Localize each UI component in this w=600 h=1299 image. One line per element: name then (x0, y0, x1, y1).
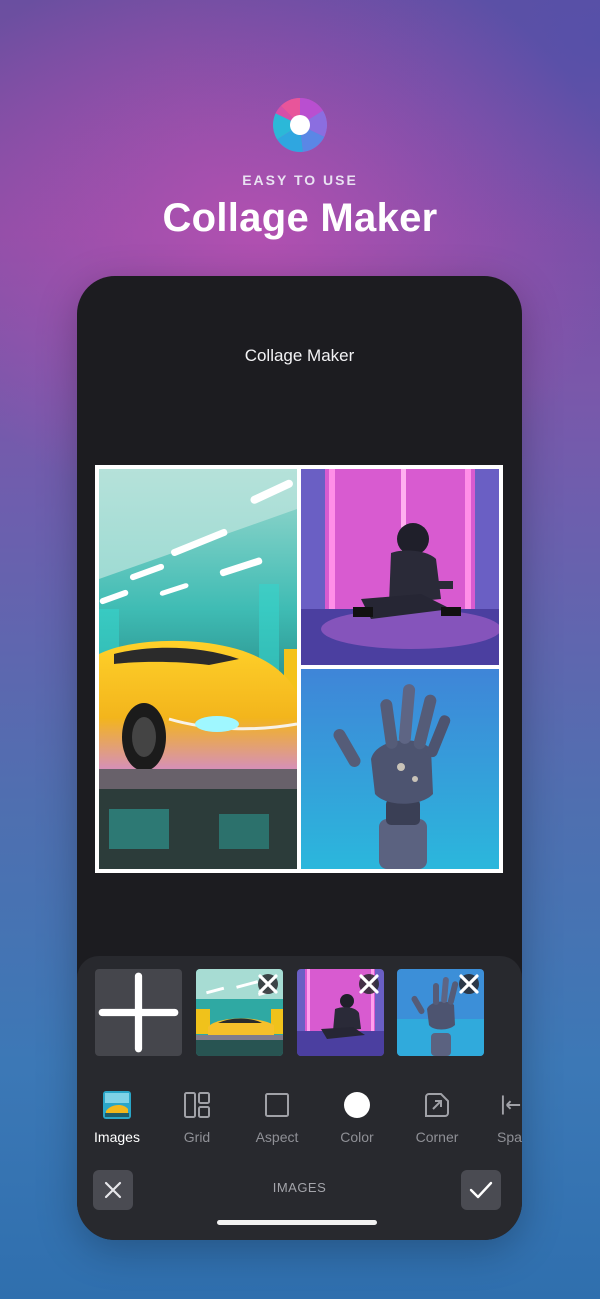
tool-grid[interactable]: Grid (157, 1089, 237, 1145)
tool-corner-label: Corner (415, 1129, 459, 1145)
image-thumbnail[interactable] (196, 969, 283, 1056)
plus-icon (98, 972, 179, 1053)
image-thumbnail[interactable] (397, 969, 484, 1056)
checkmark-icon (469, 1181, 493, 1199)
edit-toolbar: Images Grid Aspect Color Corner Spa (77, 1089, 522, 1149)
close-icon (258, 974, 278, 994)
phone-screen: Collage Maker Images Grid Aspect Color C… (77, 276, 522, 1240)
screen-title: Collage Maker (244, 346, 355, 365)
grid-layout-icon (184, 1092, 210, 1118)
neon-hooded-person-photo (301, 469, 499, 665)
editor-panel: Images Grid Aspect Color Corner Spa IMAG… (77, 956, 522, 1240)
yellow-sports-car-photo (99, 469, 297, 869)
tool-images[interactable]: Images (77, 1089, 157, 1145)
remove-image-button[interactable] (459, 974, 479, 994)
aspect-ratio-icon (265, 1093, 289, 1117)
collage-cell-car[interactable] (99, 469, 297, 869)
promo-eyebrow: EASY TO USE (242, 172, 358, 188)
tool-images-label: Images (94, 1129, 140, 1145)
collage-cell-robot-hand[interactable] (301, 669, 499, 869)
corner-radius-icon (425, 1093, 449, 1117)
action-bar: IMAGES (77, 1170, 522, 1214)
remove-image-button[interactable] (359, 974, 379, 994)
tool-color-label: Color (340, 1129, 374, 1145)
remove-image-button[interactable] (258, 974, 278, 994)
tool-aspect-label: Aspect (255, 1129, 299, 1145)
tool-spacing[interactable]: Spa (477, 1089, 522, 1145)
aperture-logo-icon (273, 98, 327, 152)
tool-corner[interactable]: Corner (397, 1089, 477, 1145)
close-icon (359, 974, 379, 994)
close-icon (459, 974, 479, 994)
images-icon (103, 1091, 131, 1119)
collage-canvas (95, 465, 503, 873)
tool-spacing-label: Spa (497, 1129, 522, 1145)
tool-aspect[interactable]: Aspect (237, 1089, 317, 1145)
tool-grid-label: Grid (183, 1129, 211, 1145)
tool-color[interactable]: Color (317, 1089, 397, 1145)
add-image-button[interactable] (95, 969, 182, 1056)
promo-headline: Collage Maker (162, 196, 438, 240)
home-indicator[interactable] (217, 1220, 377, 1225)
confirm-button[interactable] (461, 1170, 501, 1210)
mode-label: IMAGES (272, 1180, 327, 1195)
color-swatch-icon (344, 1092, 370, 1118)
image-thumbnail[interactable] (297, 969, 384, 1056)
spacing-icon (501, 1095, 521, 1115)
collage-cell-person[interactable] (301, 469, 499, 665)
robot-hand-photo (301, 669, 499, 869)
